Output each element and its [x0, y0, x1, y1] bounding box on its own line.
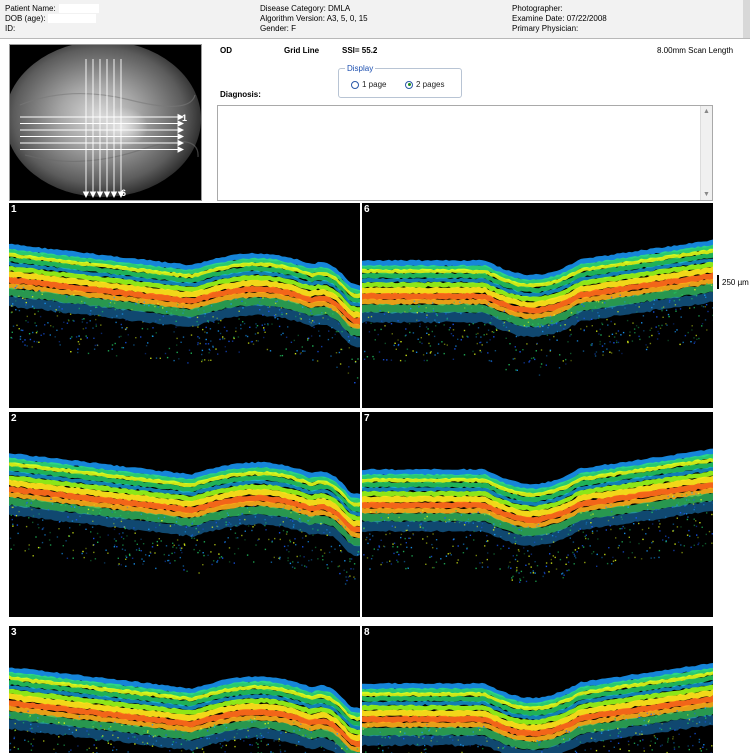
redacted-patient-name: [58, 4, 99, 13]
scan-number: 7: [364, 413, 370, 424]
scan-number: 1: [11, 204, 17, 215]
scan-pattern-label: Grid Line: [284, 46, 320, 55]
window-edge: [743, 0, 750, 38]
radio-one-page-label: 1 page: [362, 80, 387, 89]
patient-info-column: Patient Name: DOB (age): ID:: [5, 4, 99, 34]
oct-scan-2: 2: [9, 412, 360, 617]
scan-number: 2: [11, 413, 17, 424]
id-label: ID:: [5, 24, 16, 33]
fundus-line-label-first: 1: [182, 113, 187, 123]
disease-category: Disease Category: DMLA: [260, 4, 351, 13]
display-legend: Display: [345, 64, 376, 73]
oct-scan-8-image: [362, 663, 713, 753]
oct-scan-6-image: [362, 239, 713, 376]
scroll-up-icon[interactable]: ▲: [703, 108, 710, 115]
oct-scan-2-image: [9, 453, 360, 585]
algorithm-version: Algorithm Version: A3, 5, 0, 15: [260, 14, 368, 23]
patient-header: Patient Name: DOB (age): ID: Disease Cat…: [0, 0, 750, 39]
scale-bar: [717, 275, 719, 289]
photographer-label: Photographer:: [512, 4, 563, 13]
radio-one-page[interactable]: 1 page: [351, 80, 386, 89]
radio-two-pages-indicator[interactable]: [405, 80, 413, 89]
radio-two-pages-label: 2 pages: [416, 80, 445, 89]
fundus-svg: 1 6: [10, 45, 201, 200]
exam-info-column: Disease Category: DMLA Algorithm Version…: [260, 4, 368, 34]
gender: Gender: F: [260, 24, 297, 33]
diagnosis-label: Diagnosis:: [220, 90, 261, 99]
oct-scan-3: 3: [9, 626, 360, 753]
oct-scan-7-image: [362, 448, 713, 583]
oct-scan-8: 8: [362, 626, 713, 753]
physician-info-column: Photographer: Examine Date: 07/22/2008 P…: [512, 4, 607, 34]
oct-scan-6: 6: [362, 203, 713, 408]
diagnosis-textarea[interactable]: ▲ ▼: [217, 105, 713, 201]
eye-label: OD: [220, 46, 232, 55]
radio-two-pages[interactable]: 2 pages: [405, 80, 444, 89]
ssi-value: SSI= 55.2: [342, 46, 378, 55]
scale-label: 250 µm: [722, 278, 749, 287]
fundus-image: 1 6: [9, 44, 202, 201]
scan-number: 6: [364, 204, 370, 215]
fundus-line-label-last: 6: [121, 188, 126, 198]
display-options-group: Display 1 page 2 pages: [338, 64, 462, 98]
exam-date: Examine Date: 07/22/2008: [512, 14, 607, 23]
scan-number: 8: [364, 627, 370, 638]
diagnosis-scrollbar[interactable]: ▲ ▼: [700, 106, 712, 200]
dob-label: DOB (age):: [5, 14, 46, 23]
primary-physician-label: Primary Physician:: [512, 24, 579, 33]
scroll-down-icon[interactable]: ▼: [703, 191, 710, 198]
oct-scan-1-image: [9, 243, 360, 384]
radio-one-page-indicator[interactable]: [351, 80, 359, 89]
oct-scan-7: 7: [362, 412, 713, 617]
oct-scan-3-image: [9, 667, 360, 753]
redacted-dob: [48, 14, 97, 23]
patient-name-label: Patient Name:: [5, 4, 56, 13]
scan-number: 3: [11, 627, 17, 638]
scan-length-label: 8.00mm Scan Length: [657, 46, 734, 55]
oct-scan-1: 1: [9, 203, 360, 408]
